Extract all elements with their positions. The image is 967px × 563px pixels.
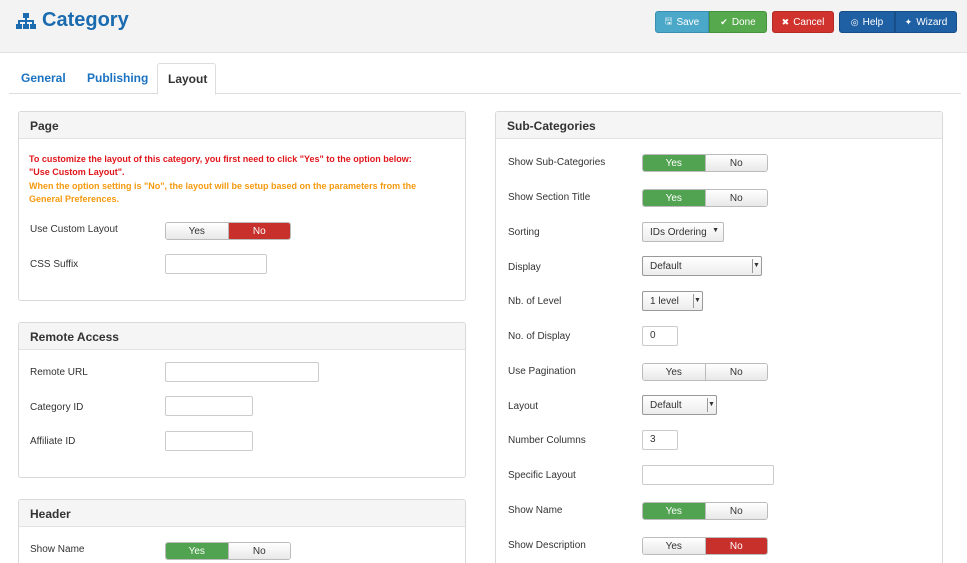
show-section-title-toggle: Yes No [642, 189, 768, 207]
no-of-display-label: No. of Display [508, 331, 571, 342]
help-label: Help [862, 16, 884, 28]
category-id-input[interactable] [165, 396, 253, 416]
chevron-down-icon: ▼ [693, 294, 701, 308]
use-custom-layout-label: Use Custom Layout [30, 224, 118, 235]
remote-url-input[interactable] [165, 362, 319, 382]
use-custom-layout-toggle: Yes No [165, 222, 291, 240]
css-suffix-label: CSS Suffix [30, 259, 79, 270]
display-value: Default [650, 261, 682, 272]
warning-orange-line-2: General Preferences. [29, 194, 120, 204]
warning-orange-line-1: When the option setting is "No", the lay… [29, 181, 417, 191]
layout-select[interactable]: Default ▼ [642, 395, 717, 415]
warning-red-line-2: "Use Custom Layout". [29, 167, 125, 177]
tab-bar: General Publishing Layout [9, 63, 961, 95]
show-description-yes[interactable]: Yes [643, 538, 705, 554]
use-custom-layout-no[interactable]: No [227, 223, 290, 239]
nb-of-level-value: 1 level [650, 296, 679, 307]
show-name-toggle: Yes No [642, 502, 768, 520]
remote-access-panel-title: Remote Access [19, 323, 465, 350]
sorting-label: Sorting [508, 227, 540, 238]
header-show-name-no[interactable]: No [227, 543, 290, 559]
chevron-down-icon: ▼ [707, 398, 715, 412]
toolbar-bar: Category 🖫 Save ✔ Done ✖ Cancel ◎ Help ✦ Wiza… [0, 0, 967, 53]
layout-label: Layout [508, 401, 539, 412]
use-pagination-label: Use Pagination [508, 366, 576, 377]
affiliate-id-label: Affiliate ID [30, 436, 76, 447]
layout-warning-red: To customize the layout of this category… [29, 153, 459, 179]
number-columns-input[interactable]: 3 [642, 430, 678, 450]
show-name-label: Show Name [508, 505, 563, 516]
save-button[interactable]: 🖫 Save [655, 11, 709, 33]
header-show-name-yes[interactable]: Yes [166, 543, 228, 559]
warning-red-line-1: To customize the layout of this category… [29, 154, 412, 164]
use-pagination-toggle: Yes No [642, 363, 768, 381]
layout-value: Default [650, 400, 682, 411]
use-custom-layout-yes[interactable]: Yes [166, 223, 228, 239]
specific-layout-label: Specific Layout [508, 470, 576, 481]
show-subcategories-label: Show Sub-Categories [508, 157, 606, 168]
show-description-toggle: Yes No [642, 537, 768, 555]
chevron-down-icon: ▼ [712, 227, 719, 234]
layout-warning-orange: When the option setting is "No", the lay… [29, 180, 459, 206]
done-button[interactable]: ✔ Done [709, 11, 767, 33]
number-columns-label: Number Columns [508, 435, 586, 446]
tab-publishing[interactable]: Publishing [77, 63, 158, 94]
use-pagination-no[interactable]: No [704, 364, 767, 380]
specific-layout-input[interactable] [642, 465, 774, 485]
sorting-value: IDs Ordering [650, 227, 707, 238]
no-of-display-input[interactable]: 0 [642, 326, 678, 346]
show-description-no[interactable]: No [704, 538, 767, 554]
sorting-select[interactable]: IDs Ordering ▼ [642, 222, 724, 242]
show-name-yes[interactable]: Yes [643, 503, 705, 519]
show-section-title-yes[interactable]: Yes [643, 190, 705, 206]
help-button[interactable]: ◎ Help [839, 11, 895, 33]
check-icon: ✔ [720, 16, 728, 27]
wizard-label: Wizard [916, 16, 948, 28]
use-pagination-yes[interactable]: Yes [643, 364, 705, 380]
header-panel-title: Header [19, 500, 465, 527]
header-show-name-label: Show Name [30, 544, 85, 555]
chevron-down-icon: ▼ [752, 259, 760, 273]
done-label: Done [731, 16, 756, 28]
page-title: Category [16, 9, 129, 32]
tab-layout[interactable]: Layout [157, 63, 216, 95]
affiliate-id-input[interactable] [165, 431, 253, 451]
cancel-button[interactable]: ✖ Cancel [772, 11, 834, 33]
magic-wand-icon: ✦ [904, 16, 913, 27]
close-icon: ✖ [781, 16, 790, 27]
lifebuoy-icon: ◎ [850, 16, 859, 27]
display-label: Display [508, 262, 541, 273]
display-select[interactable]: Default ▼ [642, 256, 762, 276]
wizard-button[interactable]: ✦ Wizard [895, 11, 957, 33]
nb-of-level-label: Nb. of Level [508, 296, 562, 307]
show-description-label: Show Description [508, 540, 586, 551]
cancel-label: Cancel [793, 16, 825, 28]
remote-url-label: Remote URL [30, 367, 88, 378]
category-id-label: Category ID [30, 402, 84, 413]
show-section-title-label: Show Section Title [508, 192, 591, 203]
page-title-text: Category [42, 9, 129, 31]
header-show-name-toggle: Yes No [165, 542, 291, 560]
save-label: Save [676, 16, 700, 28]
tab-general[interactable]: General [11, 63, 76, 94]
sub-categories-panel-title: Sub-Categories [496, 112, 942, 139]
show-subcategories-no[interactable]: No [704, 155, 767, 171]
show-name-no[interactable]: No [704, 503, 767, 519]
nb-of-level-select[interactable]: 1 level ▼ [642, 291, 703, 311]
page-panel-title: Page [19, 112, 465, 139]
show-section-title-no[interactable]: No [704, 190, 767, 206]
css-suffix-input[interactable] [165, 254, 267, 274]
sitemap-icon [16, 12, 36, 29]
save-icon: 🖫 [664, 16, 673, 26]
show-subcategories-toggle: Yes No [642, 154, 768, 172]
show-subcategories-yes[interactable]: Yes [643, 155, 705, 171]
